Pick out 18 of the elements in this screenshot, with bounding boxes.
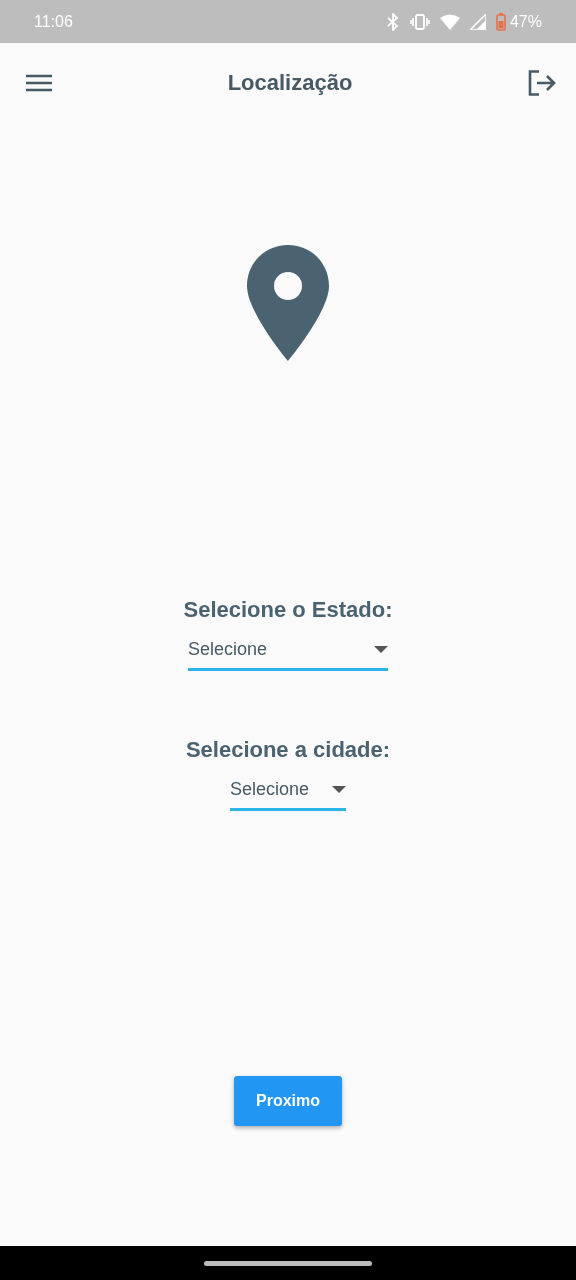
battery-percentage: 47% xyxy=(509,12,542,31)
home-handle[interactable] xyxy=(204,1260,372,1266)
battery-icon xyxy=(495,12,506,31)
menu-icon[interactable] xyxy=(26,73,52,93)
page-title: Localização xyxy=(227,70,353,96)
wifi-icon xyxy=(439,13,460,30)
field-label: Selecione a cidade: xyxy=(185,737,391,763)
vibrate-icon xyxy=(409,13,430,30)
dropdown[interactable]: Selecione xyxy=(230,775,346,811)
caret-icon xyxy=(332,786,346,793)
clock-time: 11:06 xyxy=(34,12,73,31)
logout-icon[interactable] xyxy=(528,70,556,96)
signal-icon xyxy=(469,13,486,30)
dropdown[interactable]: Selecione xyxy=(188,635,388,671)
bluetooth-icon xyxy=(385,12,400,31)
location-pin-icon xyxy=(247,245,329,361)
field-label: Selecione o Estado: xyxy=(183,597,393,623)
caret-icon xyxy=(374,646,388,653)
